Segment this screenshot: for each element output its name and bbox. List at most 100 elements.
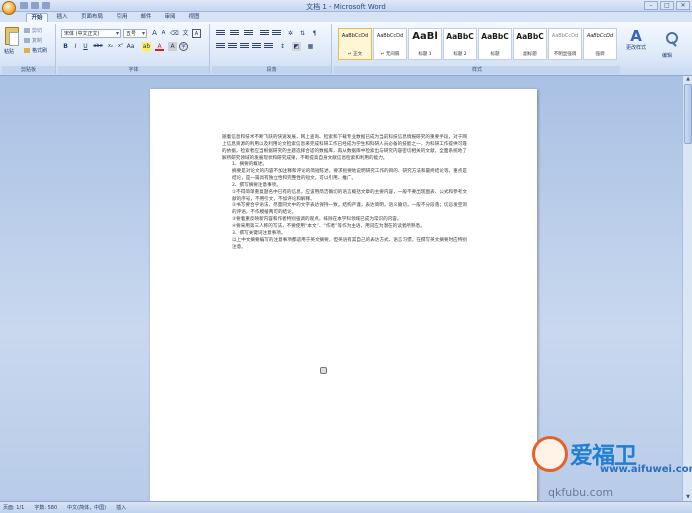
char-shading-icon[interactable]: A [168,42,177,51]
editing-label: 编辑 [662,53,673,59]
phonetic-icon[interactable]: 文 [181,29,190,38]
clipboard-group-label: 剪贴板 [2,66,55,74]
clear-format-icon[interactable]: ⌫ [170,29,179,38]
watermark-logo: 爱福卫 www.aifuwei.com qkfubu.com [530,430,692,505]
status-bar: 页面: 1/1 字数: 580 中文(简体，中国) 插入 [0,501,692,513]
align-left-icon[interactable] [216,42,225,50]
status-language[interactable]: 中文(简体，中国) [67,504,106,511]
tab-mailings[interactable]: 邮件 [136,13,156,22]
tab-view[interactable]: 视图 [184,13,204,22]
paste-icon[interactable] [5,27,19,46]
close-button[interactable]: ✕ [676,1,690,10]
ribbon-tabs: 开始 插入 页面布局 引用 邮件 审阅 视图 [0,12,692,22]
paragraph-group-label: 段落 [212,66,331,74]
watermark-circle-icon [532,436,568,472]
vertical-scrollbar[interactable]: ▲ ▼ [682,76,692,501]
tab-insert[interactable]: 插入 [52,13,72,22]
show-marks-icon[interactable]: ¶ [310,29,319,38]
font-size-select[interactable]: 五号 [123,29,147,38]
format-painter-button[interactable]: 格式刷 [24,47,47,54]
document-body[interactable]: 随着信息和技术不断飞跃的快速发展，网上查询、检索和下载专业数据已成为当前科技信息… [222,135,467,251]
clipboard-group: 粘贴 剪切 复制 格式刷 剪贴板 [2,24,56,74]
brush-icon [24,48,30,53]
document-page[interactable]: 随着信息和技术不断飞跃的快速发展，网上查询、检索和下载专业数据已成为当前科技信息… [150,89,537,501]
subscript-icon[interactable]: x₂ [106,42,115,51]
paste-options-icon[interactable] [320,367,327,374]
border-char-icon[interactable]: A [192,29,201,38]
style-no-spacing[interactable]: AaBbCcDd ↵ 无间隔 [373,28,407,60]
bold-button[interactable]: B [61,42,70,51]
chinese-layout-icon[interactable]: ✲ [286,29,295,38]
document-paragraph[interactable]: 2、撰写摘要注意事项。 [222,183,467,190]
document-paragraph[interactable]: ②书写要合乎语法，尽量同文中的文字表达保持一致，结构严谨，表达简明，语义确切，一… [222,203,467,217]
style-heading-1[interactable]: AaBl 标题 1 [408,28,442,60]
decrease-indent-icon[interactable] [260,29,269,37]
tab-home[interactable]: 开始 [26,13,48,22]
document-paragraph[interactable]: 以上中文摘要编写的注意事项都适用于英文摘要，但英语有其自己的表达方式、语言习惯，… [222,238,467,252]
style-normal[interactable]: AaBbCcDd ↵ 正文 [338,28,372,60]
copy-button[interactable]: 复制 [24,37,42,44]
scroll-up-icon[interactable]: ▲ [684,76,692,83]
scroll-down-icon[interactable]: ▼ [684,494,692,501]
highlight-icon[interactable]: ab [142,42,151,51]
tab-page-layout[interactable]: 页面布局 [76,13,108,22]
scroll-thumb[interactable] [684,84,692,144]
multilevel-list-icon[interactable] [244,29,253,37]
document-paragraph[interactable]: 随着信息和技术不断飞跃的快速发展，网上查询、检索和下载专业数据已成为当前科技信息… [222,135,467,162]
strikethrough-button[interactable]: abe [92,42,104,51]
font-group: 宋体 (中文正文) 五号 A A ⌫ 文 A B I U abe x₂ x² A… [58,24,210,74]
copy-icon [24,38,30,43]
document-paragraph[interactable]: ③要着重反映新内容和作者特别强调的观点，排除在本学科领域已成为常识的内容。 [222,217,467,224]
style-subtle-emphasis[interactable]: AaBbCcDd 不明显强调 [548,28,582,60]
window-controls: – □ ✕ [644,1,690,10]
cut-button[interactable]: 剪切 [24,27,42,34]
styles-group: AaBbCcDd ↵ 正文 AaBbCcDd ↵ 无间隔 AaBl 标题 1 A… [334,24,620,74]
justify-icon[interactable] [252,42,261,50]
minimize-button[interactable]: – [644,1,658,10]
document-paragraph[interactable]: 3、撰写关键词注意事项。 [222,231,467,238]
align-right-icon[interactable] [240,42,249,50]
status-words[interactable]: 字数: 580 [34,504,57,511]
ribbon: 粘贴 剪切 复制 格式刷 剪贴板 宋体 (中文正文) 五号 A A ⌫ 文 A … [0,22,692,76]
style-title[interactable]: AaBbC 标题 [478,28,512,60]
borders-icon[interactable]: ▦ [306,42,315,51]
styles-group-label: 样式 [334,66,620,74]
title-bar: 文档 1 - Microsoft Word – □ ✕ [0,0,692,15]
bullets-icon[interactable] [216,29,225,37]
italic-button[interactable]: I [71,42,80,51]
distributed-icon[interactable] [264,42,273,50]
paste-button[interactable]: 粘贴 [4,48,14,55]
change-styles-icon: A [630,27,642,45]
increase-indent-icon[interactable] [272,29,281,37]
grow-font-button[interactable]: A [150,29,159,38]
status-page[interactable]: 页面: 1/1 [3,504,24,511]
enclose-char-icon[interactable]: 字 [179,42,188,51]
style-subtitle[interactable]: AaBbC 副标题 [513,28,547,60]
superscript-icon[interactable]: x² [116,42,125,51]
line-spacing-icon[interactable]: ↕ [278,42,287,51]
style-heading-2[interactable]: AaBbC 标题 2 [443,28,477,60]
document-paragraph[interactable]: 摘要是对论文的内容不加注释和评论的简短陈述，要求扼要地说明研究工作的目的、研究方… [222,169,467,183]
office-button[interactable] [2,1,16,15]
underline-button[interactable]: U [81,42,90,51]
shading-icon[interactable]: ◩ [292,42,301,51]
tab-references[interactable]: 引用 [112,13,132,22]
watermark-url: www.aifuwei.com [600,464,692,475]
paragraph-group: ✲ ⇅ ¶ ↕ ◩ ▦ 段落 [212,24,332,74]
sort-icon[interactable]: ⇅ [298,29,307,38]
font-name-select[interactable]: 宋体 (中文正文) [61,29,121,38]
numbering-icon[interactable] [230,29,239,37]
case-icon[interactable]: Aa [126,42,135,51]
maximize-button[interactable]: □ [660,1,674,10]
window-title: 文档 1 - Microsoft Word [306,3,386,11]
status-insert-mode[interactable]: 插入 [116,504,126,511]
align-center-icon[interactable] [228,42,237,50]
shrink-font-button[interactable]: A [159,29,168,38]
change-styles-button[interactable]: A 更改样式 [621,25,651,69]
document-paragraph[interactable]: ④要采用第三人称的写法，不要使用“本文”、“作者”等作为主语，用词应为潜在的读者… [222,224,467,231]
document-paragraph[interactable]: ①不得简单重复题名中已有的信息，应该用简洁确切的语言概括文章的主要内容，一般不要… [222,190,467,204]
style-emphasis[interactable]: AaBbCcDd 强调 [583,28,617,60]
tab-review[interactable]: 审阅 [160,13,180,22]
editing-find-icon[interactable] [662,30,678,50]
font-color-icon[interactable]: A [155,42,164,51]
